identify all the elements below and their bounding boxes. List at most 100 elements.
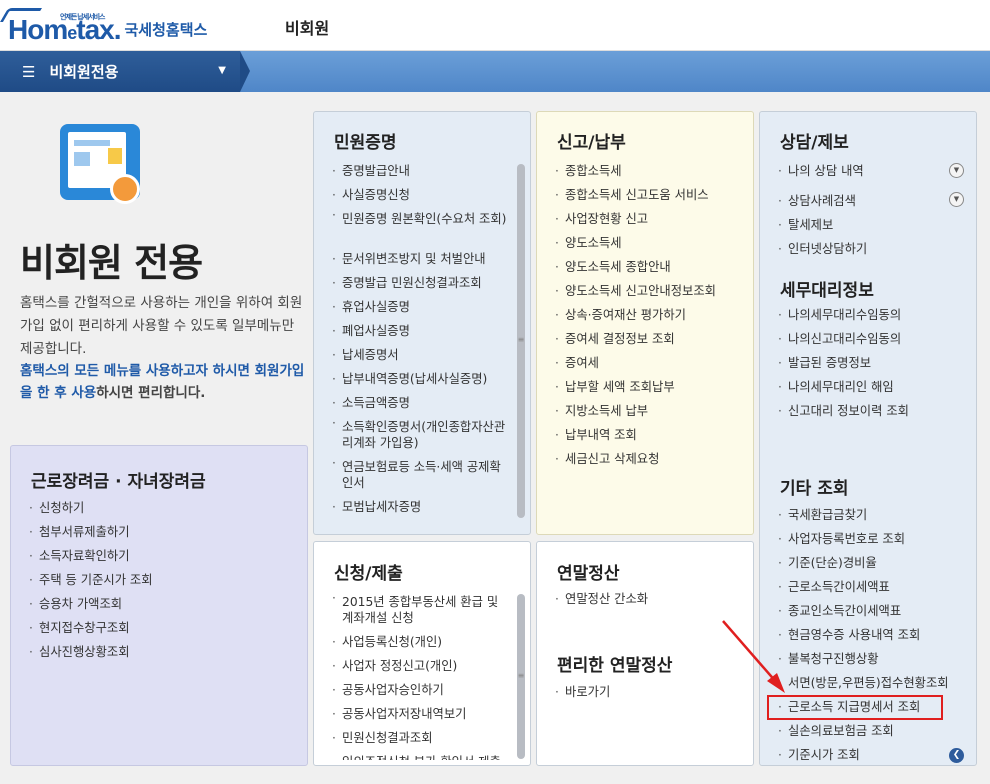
list-item[interactable]: 공동사업자승인하기	[332, 678, 512, 702]
expand-chevron-icon[interactable]: ▼	[949, 192, 964, 207]
list-item[interactable]: 서면(방문,우편등)접수현황조회	[778, 671, 949, 695]
page-title: 비회원	[285, 19, 330, 38]
list-item[interactable]: 사업자 정정신고(개인)	[332, 654, 512, 678]
hero-signup-note: 홈택스의 모든 메뉴를 사용하고자 하시면 회원가입을 한 후 사용하시면 편리…	[20, 360, 310, 404]
list-item[interactable]: 현금영수증 사용내역 조회	[778, 623, 949, 647]
list-item[interactable]: 양도소득세 종합안내	[555, 255, 716, 279]
logo-tagline: 언제든 납세서비스	[60, 14, 105, 21]
list-item[interactable]: 상담사례검색	[778, 189, 968, 213]
list-item[interactable]: 납부내역 조회	[555, 423, 716, 447]
list-item[interactable]: 문서위변조방지 및 처벌안내	[332, 247, 512, 271]
list-item[interactable]: 민원신청결과조회	[332, 726, 512, 750]
annotation-arrow-icon	[722, 620, 785, 693]
apply-scrollbar[interactable]	[517, 594, 525, 759]
list-item[interactable]: 주택 등 기준시가 조회	[29, 568, 153, 592]
list-item[interactable]: 현지접수창구조회	[29, 616, 153, 640]
list-item[interactable]: 납부할 세액 조회납부	[555, 375, 716, 399]
caret-down-icon: ▼	[218, 65, 226, 76]
report-list: 종합소득세 종합소득세 신고도움 서비스 사업장현황 신고 양도소득세 양도소득…	[555, 159, 716, 471]
list-item[interactable]: 폐업사실증명	[332, 319, 512, 343]
list-item[interactable]: 사업자등록번호로 조회	[778, 527, 949, 551]
hamburger-icon: ☰	[22, 62, 36, 81]
logo-korean: 국세청홈택스	[124, 21, 208, 39]
list-item[interactable]: 발급된 증명정보	[778, 351, 909, 375]
expand-chevron-icon[interactable]: ▼	[949, 163, 964, 178]
year-list: 연말정산 간소화	[555, 587, 648, 611]
nonmember-menu-dropdown[interactable]: ☰ 비회원전용 ▼	[0, 51, 240, 92]
panel-civil-certificate: 민원증명 증명발급안내 사실증명신청 민원증명 원본확인(수요처 조회) 문서위…	[313, 111, 531, 535]
list-item[interactable]: 납세증명서	[332, 343, 512, 367]
panel-report-payment: 신고/납부 종합소득세 종합소득세 신고도움 서비스 사업장현황 신고 양도소득…	[536, 111, 754, 535]
list-item[interactable]: 증명발급 민원신청결과조회	[332, 271, 512, 295]
list-item[interactable]: 휴업사실증명	[332, 295, 512, 319]
panel-title: 신고/납부	[557, 133, 626, 153]
list-item[interactable]: 탈세제보	[778, 213, 968, 237]
list-item[interactable]: 지방소득세 납부	[555, 399, 716, 423]
list-item[interactable]: 종합소득세	[555, 159, 716, 183]
list-item[interactable]: 인터넷상담하기	[778, 237, 968, 261]
logo-wordmark: 언제든 납세서비스 Hometax.	[0, 8, 122, 46]
nav-bar: ☰ 비회원전용 ▼	[0, 51, 990, 92]
convenient-list: 바로가기	[555, 680, 610, 704]
list-item[interactable]: 세금신고 삭제요청	[555, 447, 716, 471]
list-item[interactable]: 상속·증여재산 평가하기	[555, 303, 716, 327]
list-item[interactable]: 신고대리 정보이력 조회	[778, 399, 909, 423]
list-item[interactable]: 불복청구진행상황	[778, 647, 949, 671]
list-item[interactable]: 연말정산 간소화	[555, 587, 648, 611]
civil-list: 증명발급안내 사실증명신청 민원증명 원본확인(수요처 조회) 문서위변조방지 …	[332, 159, 512, 519]
list-item[interactable]: 신청하기	[29, 496, 153, 520]
panel-title: 근로장려금 · 자녀장려금	[31, 472, 206, 492]
list-item[interactable]: 나의신고대리수임동의	[778, 327, 909, 351]
nav-arrow-shape	[240, 51, 250, 92]
consult-list: 나의 상담 내역 상담사례검색 탈세제보 인터넷상담하기	[778, 159, 968, 261]
list-item[interactable]: 근로소득간이세액표	[778, 575, 949, 599]
panel-application: 신청/제출 2015년 종합부동산세 환급 및 계좌개설 신청 사업등록신청(개…	[313, 541, 531, 766]
panel-earned-income-credit: 근로장려금 · 자녀장려금 신청하기 첨부서류제출하기 소득자료확인하기 주택 …	[10, 445, 308, 766]
list-item[interactable]: 나의 상담 내역	[778, 159, 968, 183]
list-item[interactable]: 사실증명신청	[332, 183, 512, 207]
list-item[interactable]: 소득자료확인하기	[29, 544, 153, 568]
list-item[interactable]: 2015년 종합부동산세 환급 및 계좌개설 신청	[332, 590, 512, 630]
list-item[interactable]: 사업장현황 신고	[555, 207, 716, 231]
list-item[interactable]: 납부내역증명(납세사실증명)	[332, 367, 512, 391]
hero-description: 홈택스를 간헐적으로 사용하는 개인을 위하여 회원가입 없이 편리하게 사용할…	[20, 295, 303, 357]
list-item[interactable]: 소득금액증명	[332, 391, 512, 415]
list-item[interactable]: 기준(단순)경비율	[778, 551, 949, 575]
list-item[interactable]: 기준시가 조회	[778, 743, 949, 767]
hometax-logo[interactable]: 언제든 납세서비스 Hometax. 국세청홈택스	[0, 6, 208, 46]
list-item[interactable]: 양도소득세	[555, 231, 716, 255]
work-list: 신청하기 첨부서류제출하기 소득자료확인하기 주택 등 기준시가 조회 승용차 …	[29, 496, 153, 664]
list-item[interactable]: 소득확인증명서(개인종합자산관리계좌 가입용)	[332, 415, 512, 455]
nav-menu-label: 비회원전용	[49, 63, 119, 81]
document-user-icon	[60, 124, 140, 204]
panel-title: 민원증명	[334, 133, 397, 153]
list-item[interactable]: 종교인소득간이세액표	[778, 599, 949, 623]
list-item[interactable]: 나의세무대리수임동의	[778, 303, 909, 327]
list-item[interactable]: 증여세 결정정보 조회	[555, 327, 716, 351]
panel-title: 신청/제출	[334, 564, 403, 584]
etc-list: 국세환급금찾기 사업자등록번호로 조회 기준(단순)경비율 근로소득간이세액표 …	[778, 503, 949, 767]
list-item[interactable]: 국세환급금찾기	[778, 503, 949, 527]
list-item[interactable]: 모범납세자증명	[332, 495, 512, 519]
list-item[interactable]: 임의조정신청 부가 환인서 제출	[332, 750, 512, 760]
scroll-up-icon[interactable]: ❮	[949, 748, 964, 763]
list-item[interactable]: 증명발급안내	[332, 159, 512, 183]
list-item[interactable]: 공동사업자저장내역보기	[332, 702, 512, 726]
apply-list: 2015년 종합부동산세 환급 및 계좌개설 신청 사업등록신청(개인) 사업자…	[332, 590, 512, 760]
list-item[interactable]: 나의세무대리인 해임	[778, 375, 909, 399]
top-bar: 언제든 납세서비스 Hometax. 국세청홈택스 비회원	[0, 0, 990, 51]
list-item[interactable]: 연금보험료등 소득·세액 공제확인서	[332, 455, 512, 495]
agent-section-title: 세무대리정보	[780, 281, 874, 301]
list-item[interactable]: 증여세	[555, 351, 716, 375]
civil-scrollbar[interactable]	[517, 164, 525, 518]
list-item[interactable]: 바로가기	[555, 680, 610, 704]
list-item[interactable]: 종합소득세 신고도움 서비스	[555, 183, 716, 207]
list-item[interactable]: 사업등록신청(개인)	[332, 630, 512, 654]
list-item[interactable]: 양도소득세 신고안내정보조회	[555, 279, 716, 303]
list-item[interactable]: 승용차 가액조회	[29, 592, 153, 616]
list-item[interactable]: 심사진행상황조회	[29, 640, 153, 664]
list-item[interactable]: 실손의료보험금 조회	[778, 719, 949, 743]
list-item[interactable]: 첨부서류제출하기	[29, 520, 153, 544]
hero-section: 비회원 전용 홈택스를 간헐적으로 사용하는 개인을 위하여 회원가입 없이 편…	[0, 92, 312, 442]
list-item[interactable]: 민원증명 원본확인(수요처 조회)	[332, 207, 512, 247]
